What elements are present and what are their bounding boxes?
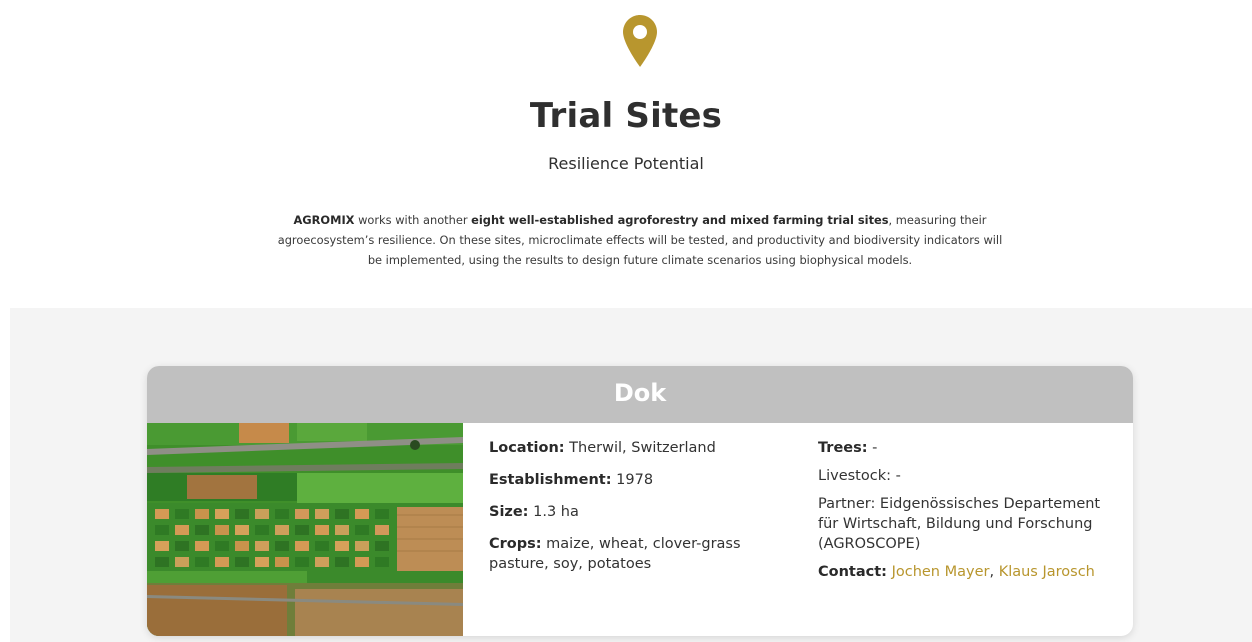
- contact-link-jochen-mayer[interactable]: Jochen Mayer: [892, 564, 990, 580]
- trees-value: -: [867, 440, 878, 456]
- brand-name: AGROMIX: [293, 213, 355, 227]
- page-subtitle: Resilience Potential: [548, 154, 704, 173]
- map-pin-icon: [623, 15, 657, 67]
- intro-highlight: eight well-established agroforestry and …: [471, 213, 889, 227]
- page-title: Trial Sites: [529, 96, 723, 136]
- location-label: Location:: [489, 440, 565, 456]
- site-details-right: Trees: - Livestock: - Partner: Eidgenöss…: [818, 438, 1118, 590]
- establishment-label: Establishment:: [489, 472, 612, 488]
- trees-row: Trees: -: [818, 438, 1118, 458]
- crops-label: Crops:: [489, 536, 542, 552]
- trees-label: Trees:: [818, 440, 868, 456]
- crops-row: Crops: maize, wheat, clover-grass pastur…: [489, 534, 789, 574]
- size-row: Size: 1.3 ha: [489, 502, 789, 522]
- intro-section: Trial Sites Resilience Potential AGROMIX…: [0, 0, 1252, 308]
- contact-label: Contact:: [818, 564, 887, 580]
- location-value: Therwil, Switzerland: [564, 440, 716, 456]
- contact-row: Contact: Jochen Mayer, Klaus Jarosch: [818, 562, 1118, 582]
- livestock-row: Livestock: -: [818, 468, 901, 484]
- location-row: Location: Therwil, Switzerland: [489, 438, 789, 458]
- establishment-value: 1978: [611, 472, 654, 488]
- contact-link-klaus-jarosch[interactable]: Klaus Jarosch: [999, 564, 1095, 580]
- establishment-row: Establishment: 1978: [489, 470, 789, 490]
- site-details-left: Location: Therwil, Switzerland Establish…: [489, 438, 789, 586]
- site-card-title: Dok: [147, 366, 1133, 423]
- contact-separator: ,: [989, 564, 999, 580]
- partner-row: Partner: Eidgenössisches Departement für…: [818, 496, 1101, 552]
- site-card: Dok Location: Therwil, Switzerland Estab…: [147, 366, 1133, 636]
- size-label: Size:: [489, 504, 529, 520]
- intro-paragraph: AGROMIX works with another eight well-es…: [276, 210, 1004, 270]
- aerial-field-plots-image: [147, 423, 463, 636]
- size-value: 1.3 ha: [528, 504, 579, 520]
- intro-text-1: works with another: [354, 213, 472, 227]
